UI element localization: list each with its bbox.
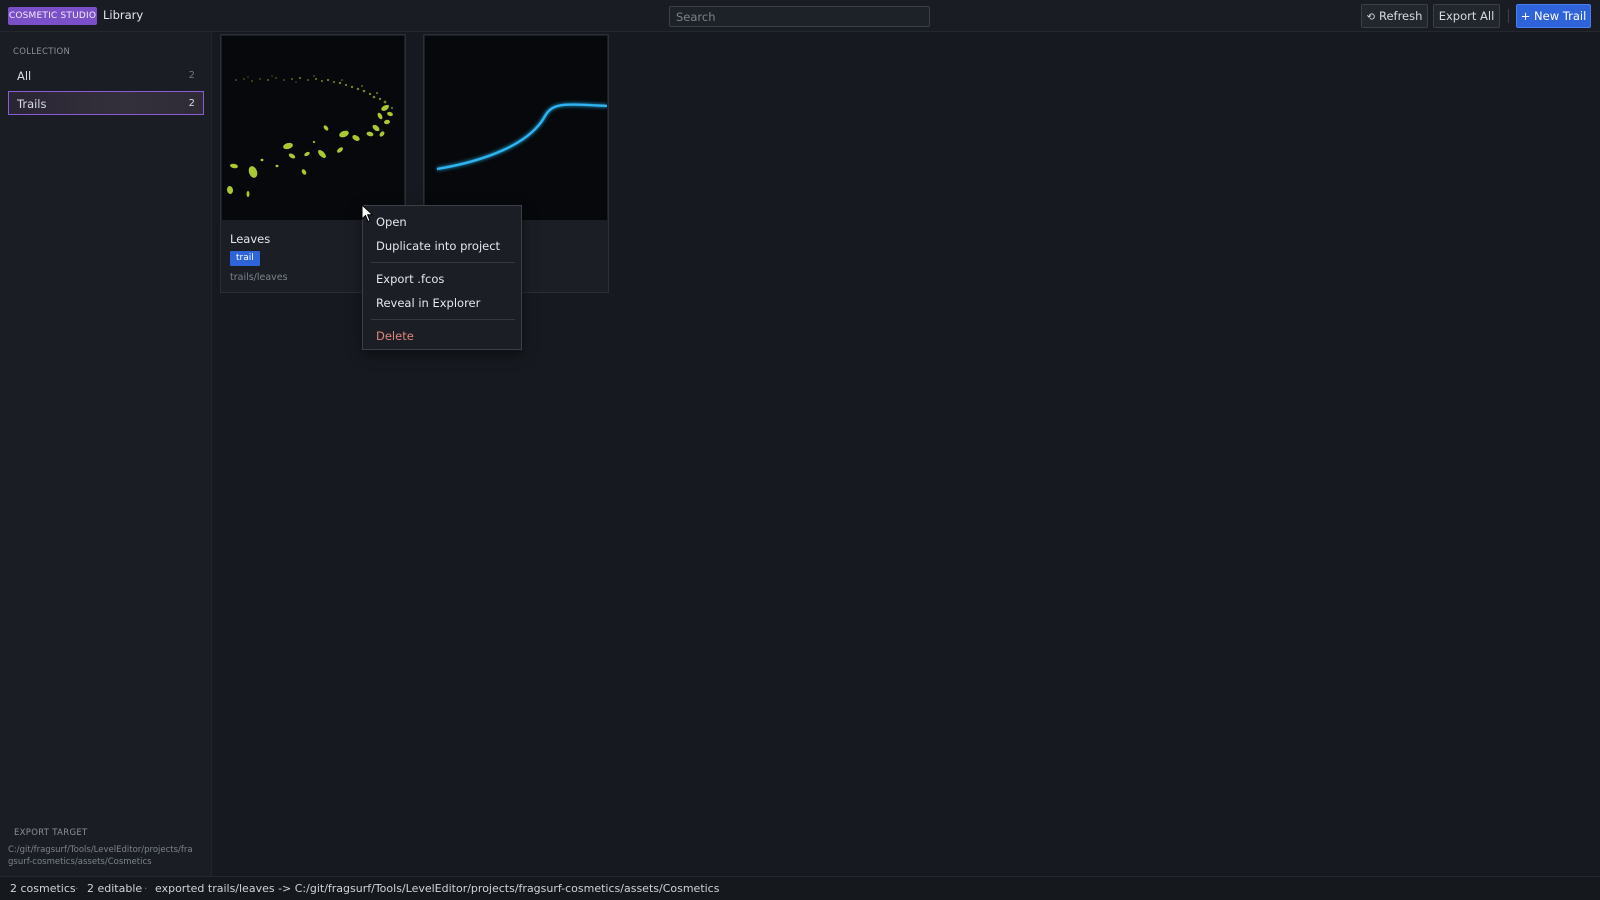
export-target-path: C:/git/fragsurf/Tools/LevelEditor/projec…: [8, 845, 193, 867]
trail-tag-badge: trail: [230, 251, 260, 266]
export-all-button[interactable]: Export All: [1433, 4, 1500, 28]
sidebar-item-label: All: [17, 69, 32, 83]
menu-separator: [371, 319, 515, 320]
blue-trail-thumbnail: [425, 36, 607, 220]
status-cosmetic-count: 2 cosmetics: [10, 882, 76, 895]
refresh-icon: ⟲: [1366, 12, 1375, 23]
new-trail-button[interactable]: + New Trail: [1516, 4, 1591, 28]
sidebar-item-count: 2: [188, 70, 195, 81]
menu-item-duplicate-into-project[interactable]: Duplicate into project: [376, 239, 510, 253]
search-input[interactable]: [669, 6, 930, 27]
card-title: Leaves: [230, 232, 271, 246]
cosmetic-studio-window: COSMETIC STUDIO Library ⟲Refresh Export …: [0, 0, 1600, 900]
menu-item-export-fcos[interactable]: Export .fcos: [376, 272, 510, 286]
app-brand-badge: COSMETIC STUDIO: [8, 7, 97, 25]
sidebar: COLLECTION All 2 Trails 2 EXPORT TARGET …: [0, 32, 212, 876]
toolbar-divider: [1508, 9, 1509, 23]
menu-item-delete[interactable]: Delete: [376, 329, 510, 343]
top-bar: COSMETIC STUDIO Library ⟲Refresh Export …: [0, 0, 1600, 32]
sidebar-item-count: 2: [188, 98, 195, 109]
menu-item-reveal-in-explorer[interactable]: Reveal in Explorer: [376, 296, 510, 310]
card-context-menu: Open Duplicate into project Export .fcos…: [362, 205, 522, 350]
status-separator: ·: [75, 882, 79, 895]
card-path: trails/leaves: [230, 272, 288, 283]
status-separator: ·: [144, 882, 148, 895]
blue-trail-preview-graphic: [436, 102, 607, 171]
leaves-thumbnail: [222, 36, 404, 220]
menu-item-open[interactable]: Open: [376, 215, 510, 229]
refresh-button[interactable]: ⟲ Refresh: [1361, 4, 1428, 28]
refresh-button-label: Refresh: [1378, 9, 1423, 23]
collection-section-label: COLLECTION: [13, 47, 71, 57]
mouse-cursor-icon: [361, 204, 374, 223]
status-message: exported trails/leaves -> C:/git/fragsur…: [155, 882, 720, 895]
breadcrumb-library[interactable]: Library: [103, 8, 143, 22]
export-target-label: EXPORT TARGET: [14, 828, 88, 838]
status-bar: 2 cosmetics · 2 editable · exported trai…: [0, 876, 1600, 900]
sidebar-item-label: Trails: [17, 97, 47, 111]
menu-separator: [371, 262, 515, 263]
leaves-preview-graphic: [226, 75, 393, 197]
status-editable-count: 2 editable: [87, 882, 143, 895]
sidebar-item-trails[interactable]: Trails 2: [8, 91, 204, 115]
sidebar-item-all[interactable]: All 2: [8, 63, 204, 87]
